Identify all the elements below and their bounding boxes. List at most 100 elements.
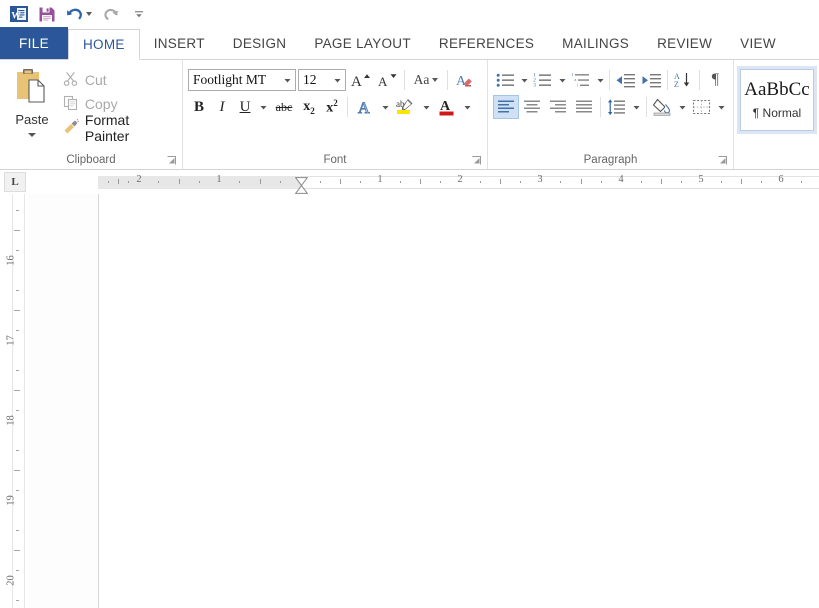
shading-caret[interactable]	[676, 95, 689, 119]
undo-button[interactable]	[62, 2, 96, 26]
svg-text:W: W	[11, 11, 21, 21]
bullets-button[interactable]	[493, 68, 518, 92]
tab-mailings[interactable]: MAILINGS	[548, 28, 643, 59]
font-name-dropdown-icon[interactable]	[280, 70, 295, 90]
clipboard-dialog-launcher[interactable]	[167, 156, 177, 166]
paste-button[interactable]: Paste	[5, 66, 59, 137]
underline-dropdown-caret[interactable]	[257, 95, 270, 119]
document-page-canvas[interactable]	[98, 194, 819, 608]
shading-button[interactable]	[650, 95, 676, 119]
undo-dropdown-caret[interactable]	[86, 12, 92, 16]
svg-text:i: i	[577, 82, 579, 87]
ruler-label-2: 2	[457, 174, 463, 185]
paste-dropdown-caret[interactable]	[27, 133, 36, 137]
tab-page-layout[interactable]: PAGE LAYOUT	[300, 28, 425, 59]
center-button[interactable]	[519, 95, 545, 119]
horizontal-ruler[interactable]: L 2 1 1 2 3 4 5 6	[0, 170, 819, 203]
cut-button[interactable]: Cut	[63, 68, 177, 92]
numbering-button[interactable]: 123	[531, 68, 556, 92]
numbering-caret[interactable]	[556, 68, 569, 92]
font-color-button[interactable]: A	[434, 95, 460, 119]
sort-button[interactable]: A Z	[671, 68, 696, 92]
decrease-indent-button[interactable]	[613, 68, 638, 92]
vruler-tick	[14, 230, 20, 231]
shrink-font-button[interactable]: A	[374, 68, 400, 92]
align-left-button[interactable]	[493, 95, 519, 119]
change-case-caret[interactable]	[432, 78, 439, 82]
font-size-dropdown-icon[interactable]	[330, 70, 345, 90]
font-name-combobox[interactable]: Footlight MT	[188, 69, 296, 91]
italic-button[interactable]: I	[211, 95, 233, 119]
paragraph-separator-1	[609, 70, 611, 90]
font-group-label: Font	[323, 154, 347, 166]
redo-button[interactable]	[98, 2, 124, 26]
style-normal-tile[interactable]: AaBbCc ¶ Normal	[737, 66, 817, 134]
multilevel-list-caret[interactable]	[594, 68, 607, 92]
ruler-tick	[360, 181, 361, 183]
font-size-combobox[interactable]: 12	[298, 69, 346, 91]
ruler-tick	[721, 181, 722, 183]
highlight-caret[interactable]	[420, 95, 433, 119]
ruler-tick	[500, 179, 501, 184]
vruler-tick	[14, 550, 20, 551]
vertical-ruler[interactable]: 16 17 18 19 20	[0, 194, 28, 608]
superscript-button[interactable]: x2	[321, 95, 343, 119]
ruler-label-6: 6	[778, 174, 784, 185]
tab-references[interactable]: REFERENCES	[425, 28, 548, 59]
style-preview-text: AaBbCc	[744, 79, 810, 100]
tab-review[interactable]: REVIEW	[643, 28, 726, 59]
superscript-label: x2	[326, 97, 338, 116]
customize-qat-icon[interactable]	[126, 2, 152, 26]
paste-icon	[12, 68, 52, 111]
ruler-tick	[179, 179, 180, 184]
tab-selector-button[interactable]: L	[4, 172, 26, 192]
scissors-icon	[63, 71, 79, 90]
borders-button[interactable]	[689, 95, 715, 119]
grow-font-button[interactable]: A	[347, 68, 373, 92]
ruler-tick	[239, 181, 240, 183]
align-right-button[interactable]	[545, 95, 571, 119]
tab-design[interactable]: DESIGN	[219, 28, 301, 59]
font-dialog-launcher[interactable]	[472, 156, 482, 166]
save-icon[interactable]	[34, 2, 60, 26]
line-spacing-caret[interactable]	[630, 95, 643, 119]
tab-insert[interactable]: INSERT	[140, 28, 219, 59]
ruler-tick	[601, 181, 602, 183]
paragraph-dialog-launcher[interactable]	[718, 156, 728, 166]
ribbon-group-paragraph: 123 1ai A Z ¶ Paragraph	[488, 60, 734, 169]
tab-file[interactable]: FILE	[0, 27, 68, 59]
format-painter-button[interactable]: Format Painter	[63, 112, 177, 144]
strikethrough-button[interactable]: abc	[271, 95, 297, 119]
borders-caret[interactable]	[715, 95, 728, 119]
ribbon-tabstrip: FILE HOME INSERT DESIGN PAGE LAYOUT REFE…	[0, 27, 819, 60]
vruler-tick	[14, 470, 20, 471]
paragraph-group-label: Paragraph	[583, 154, 638, 166]
paragraph-separator-4	[600, 97, 601, 117]
bold-button[interactable]: B	[188, 95, 210, 119]
ribbon-group-clipboard: Paste Cut Copy Format Painter Clipboard	[0, 60, 183, 169]
text-effects-button[interactable]: A	[352, 95, 378, 119]
line-spacing-button[interactable]	[604, 95, 630, 119]
word-app-icon[interactable]: W	[6, 2, 32, 26]
font-color-caret[interactable]	[461, 95, 474, 119]
justify-button[interactable]	[571, 95, 597, 119]
style-name-label: ¶ Normal	[752, 106, 802, 120]
underline-button[interactable]: U	[234, 95, 256, 119]
increase-indent-button[interactable]	[639, 68, 664, 92]
tab-home[interactable]: HOME	[68, 29, 140, 60]
vruler-label-20: 20	[5, 575, 17, 586]
subscript-button[interactable]: x2	[298, 95, 320, 119]
text-effects-caret[interactable]	[379, 95, 392, 119]
multilevel-list-button[interactable]: 1ai	[569, 68, 594, 92]
tab-view[interactable]: VIEW	[726, 28, 790, 59]
bullets-caret[interactable]	[518, 68, 531, 92]
ruler-tick	[420, 179, 421, 184]
show-formatting-marks-button[interactable]: ¶	[703, 68, 728, 92]
text-highlight-button[interactable]: ab	[393, 95, 419, 119]
pilcrow-icon: ¶	[711, 71, 720, 88]
ribbon-group-font: Footlight MT 12 A A Aa A B I U abc x2 x2…	[183, 60, 488, 169]
clear-formatting-button[interactable]: A	[452, 68, 478, 92]
change-case-button[interactable]: Aa	[409, 68, 443, 92]
copy-icon	[63, 95, 79, 114]
svg-text:A: A	[456, 74, 467, 89]
